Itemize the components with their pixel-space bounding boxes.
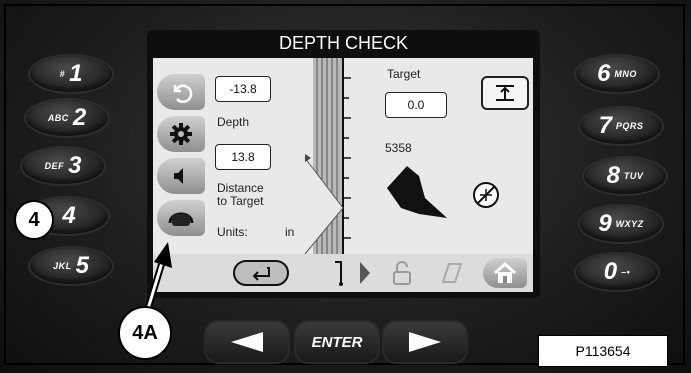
key-8-letters: TUV [623,171,644,181]
disabled-icon[interactable] [439,260,465,286]
signal-pattern [387,166,447,218]
units-label: Units: [217,225,248,239]
right-arrow-button[interactable] [384,322,466,362]
signal-count: 5358 [385,141,412,155]
target-set-icon [496,85,514,101]
key-3-number: 3 [68,152,82,179]
machine-view-button[interactable] [157,200,205,236]
target-label: Target [387,67,421,81]
no-signal-icon [473,182,499,208]
key-1-letters: # [59,69,66,79]
chevron-right-icon[interactable] [358,260,372,286]
arrow-left-icon [231,332,263,352]
key-7-letters: PQRS [615,121,644,131]
undo-icon [173,84,193,104]
key-0[interactable]: 0 –• [576,254,658,290]
key-9-letters: WXYZ [615,219,644,229]
depth-check-panel: -13.8 Depth 13.8 Distance to Target Unit… [153,58,533,292]
undo-button[interactable] [157,74,205,110]
key-9-number: 9 [598,210,612,237]
key-0-number: 0 [603,258,618,285]
left-arrow-button[interactable] [206,322,288,362]
figure-id-label: P113654 [538,335,668,367]
key-6[interactable]: 6 MNO [576,56,658,92]
key-9[interactable]: 9 WXYZ [580,206,662,242]
bottom-toolbar [153,254,533,292]
key-2[interactable]: ABC 2 [26,100,108,136]
key-0-letters: –• [621,267,631,277]
key-4-number: 4 [62,202,76,229]
target-field[interactable]: 0.0 [385,92,447,118]
key-7-number: 7 [598,112,612,139]
key-5-letters: JKL [53,261,72,271]
gear-icon [170,123,192,145]
distance-label-line2: to Target [217,194,264,208]
units-value: in [285,225,295,239]
return-icon [252,267,270,281]
display-photo: # 1 ABC 2 DEF 3 4 JKL 5 6 MNO 7 PQRS 8 T… [0,0,691,373]
key-2-letters: ABC [47,113,69,123]
key-7[interactable]: 7 PQRS [580,108,662,144]
home-icon [493,262,517,283]
key-6-number: 6 [597,60,611,87]
enter-button[interactable]: ENTER [296,322,378,362]
return-button[interactable] [233,260,289,286]
plow-icon [335,261,343,286]
key-1-number: 1 [69,60,83,87]
key-1[interactable]: # 1 [30,56,112,92]
screen-title: DEPTH CHECK [278,33,408,53]
depth-field: -13.8 [215,76,271,102]
distance-field: 13.8 [215,144,271,170]
depth-gauge [304,58,351,254]
key-5[interactable]: JKL 5 [30,248,112,284]
set-target-button[interactable] [481,76,529,110]
key-8[interactable]: 8 TUV [584,158,666,194]
depth-label: Depth [217,115,250,129]
key-5-number: 5 [75,252,89,279]
key-3[interactable]: DEF 3 [22,148,104,184]
audio-button[interactable] [157,158,205,194]
unlock-icon[interactable] [391,260,413,286]
speaker-icon [174,168,183,184]
home-button[interactable] [483,258,527,288]
key-8-number: 8 [606,162,620,189]
callout-4: 4 [14,200,54,240]
callout-4a: 4A [118,306,172,360]
key-6-letters: MNO [614,69,637,79]
machine-icon [168,212,194,226]
arrow-right-icon [409,332,441,352]
key-3-letters: DEF [44,161,65,171]
settings-button[interactable] [157,116,205,152]
key-2-number: 2 [72,104,87,131]
